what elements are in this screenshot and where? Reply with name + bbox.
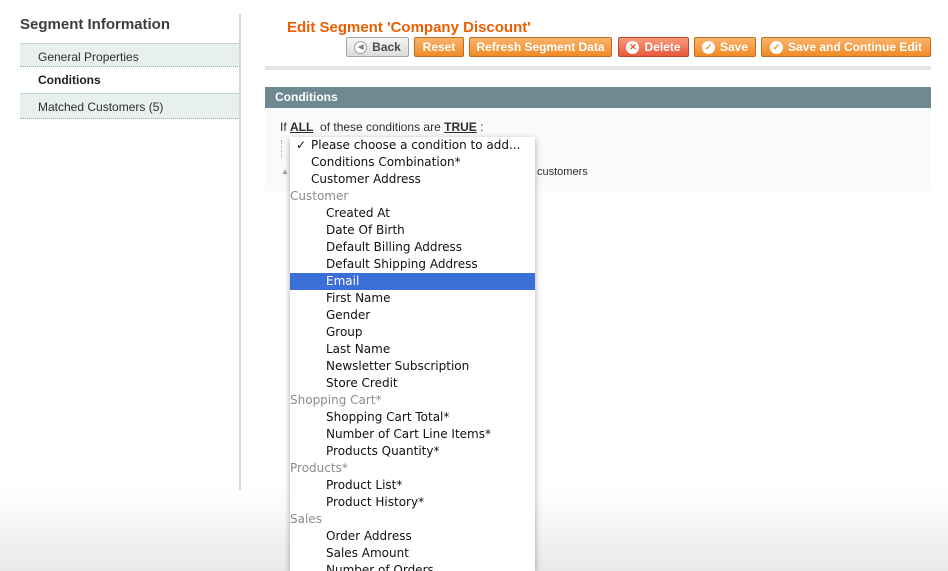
save-check-icon: ✓ bbox=[701, 40, 715, 54]
reset-button-label: Reset bbox=[422, 40, 456, 54]
back-button[interactable]: ◀ Back bbox=[346, 37, 409, 57]
save-button-label: Save bbox=[719, 40, 749, 54]
dropdown-option[interactable]: Number of Orders bbox=[290, 562, 535, 571]
value-select-link[interactable]: TRUE bbox=[444, 120, 477, 134]
tab-general-properties[interactable]: General Properties bbox=[20, 43, 240, 67]
dropdown-option[interactable]: Product List* bbox=[290, 477, 535, 494]
delete-button-label: Delete bbox=[644, 40, 681, 54]
refresh-segment-data-button[interactable]: Refresh Segment Data bbox=[469, 37, 612, 57]
page-title: Edit Segment 'Company Discount' bbox=[287, 19, 531, 36]
rule-middle-text: of these conditions are bbox=[320, 120, 441, 134]
tab-conditions[interactable]: Conditions bbox=[20, 68, 240, 93]
dropdown-option[interactable]: Shopping Cart Total* bbox=[290, 409, 535, 426]
rule-suffix: : bbox=[480, 120, 484, 134]
rule-prefix: If bbox=[280, 120, 287, 134]
conditions-section-header: Conditions bbox=[265, 87, 931, 108]
back-button-label: Back bbox=[372, 40, 401, 54]
delete-button[interactable]: ✕ Delete bbox=[618, 37, 689, 57]
hidden-condition-text: customers bbox=[537, 166, 588, 178]
save-continue-check-icon: ✓ bbox=[769, 40, 783, 54]
sidebar: Segment Information General Properties C… bbox=[0, 0, 241, 490]
dropdown-option[interactable]: Sales Amount bbox=[290, 545, 535, 562]
reset-button[interactable]: Reset bbox=[414, 37, 464, 57]
save-continue-button-label: Save and Continue Edit bbox=[787, 40, 922, 54]
sidebar-title: Segment Information bbox=[20, 16, 171, 33]
delete-x-icon: ✕ bbox=[626, 40, 640, 54]
sidebar-divider bbox=[239, 14, 241, 490]
back-arrow-icon: ◀ bbox=[354, 40, 368, 54]
dropdown-option[interactable]: Product History* bbox=[290, 494, 535, 511]
refresh-button-label: Refresh Segment Data bbox=[476, 40, 605, 54]
dropdown-option-label: Please choose a condition to add... bbox=[311, 138, 521, 152]
dropdown-option[interactable]: Newsletter Subscription bbox=[290, 358, 535, 375]
dropdown-option[interactable]: Group bbox=[290, 324, 535, 341]
dropdown-option[interactable]: Number of Cart Line Items* bbox=[290, 426, 535, 443]
dropdown-option[interactable]: Gender bbox=[290, 307, 535, 324]
dropdown-option[interactable]: Order Address bbox=[290, 528, 535, 545]
dropdown-option[interactable]: ✓ Please choose a condition to add... bbox=[290, 137, 535, 154]
dropdown-option[interactable]: Customer Address bbox=[290, 171, 535, 188]
add-condition-icon[interactable]: ▲ bbox=[281, 167, 289, 176]
dropdown-option[interactable]: Default Shipping Address bbox=[290, 256, 535, 273]
dropdown-option[interactable]: Date Of Birth bbox=[290, 222, 535, 239]
dropdown-option-group: Customer bbox=[290, 189, 349, 203]
dropdown-option[interactable]: Store Credit bbox=[290, 375, 535, 392]
checkmark-icon: ✓ bbox=[296, 138, 307, 152]
dropdown-option[interactable]: Products Quantity* bbox=[290, 443, 535, 460]
header-divider bbox=[265, 66, 931, 70]
dropdown-option[interactable]: First Name bbox=[290, 290, 535, 307]
dropdown-option-group: Products* bbox=[290, 461, 348, 475]
dropdown-option-group: Sales bbox=[290, 512, 322, 526]
save-button[interactable]: ✓ Save bbox=[694, 37, 756, 57]
aggregator-select-link[interactable]: ALL bbox=[290, 120, 313, 134]
dropdown-option-group: Shopping Cart* bbox=[290, 393, 382, 407]
dropdown-option[interactable]: Conditions Combination* bbox=[290, 154, 535, 171]
dropdown-option[interactable]: Created At bbox=[290, 205, 535, 222]
dropdown-option[interactable]: Last Name bbox=[290, 341, 535, 358]
save-and-continue-button[interactable]: ✓ Save and Continue Edit bbox=[761, 37, 931, 57]
dropdown-option[interactable]: Email bbox=[290, 273, 535, 290]
dropdown-option[interactable]: Default Billing Address bbox=[290, 239, 535, 256]
condition-rule-line: If ALL of these conditions are TRUE : bbox=[280, 120, 483, 134]
tab-matched-customers[interactable]: Matched Customers (5) bbox=[20, 93, 240, 119]
condition-select-dropdown[interactable]: ✓ Please choose a condition to add... Cond… bbox=[290, 137, 535, 571]
condition-tree-connector bbox=[281, 140, 282, 158]
